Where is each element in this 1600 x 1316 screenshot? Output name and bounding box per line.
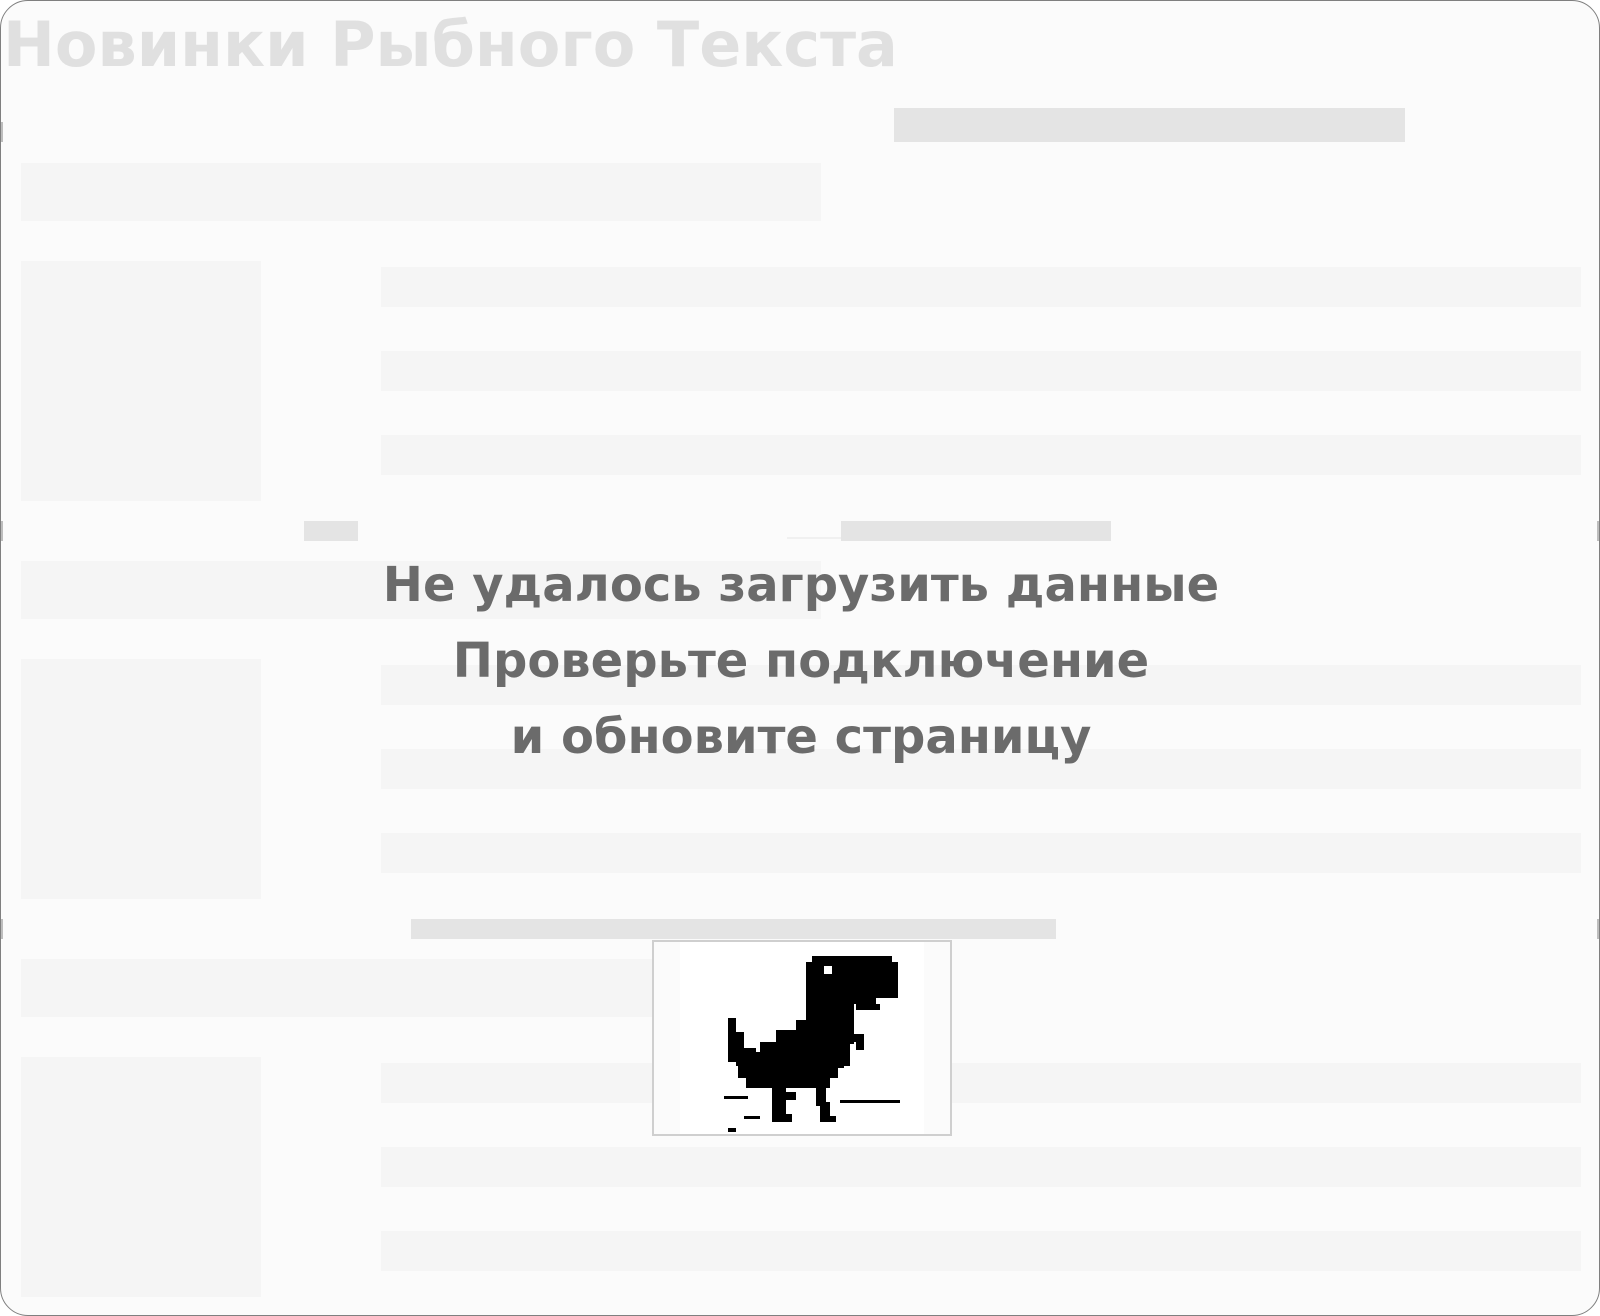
skeleton-header-bar bbox=[841, 521, 1111, 541]
skeleton-text-line bbox=[381, 1063, 1581, 1103]
offline-dino-card bbox=[652, 940, 952, 1136]
skeleton-text-line bbox=[381, 267, 1581, 307]
skeleton-thumbnail bbox=[21, 261, 261, 501]
skeleton-thumbnail bbox=[21, 659, 261, 899]
skeleton-tag-bar bbox=[304, 521, 358, 541]
error-hint-line: Проверьте подключение bbox=[452, 633, 1150, 689]
error-title: Не удалось загрузить данные bbox=[382, 557, 1220, 613]
divider-marker bbox=[1, 521, 3, 541]
skeleton-header-bar bbox=[411, 919, 1056, 939]
dino-canvas bbox=[680, 942, 924, 1134]
skeleton-header-bar bbox=[894, 108, 1405, 142]
divider-marker bbox=[1597, 521, 1599, 541]
divider-marker bbox=[1, 919, 3, 939]
error-message: Не удалось загрузить данные Проверьте по… bbox=[301, 547, 1301, 775]
page-title: Новинки Рыбного Текста bbox=[3, 8, 898, 81]
divider-marker bbox=[1, 122, 3, 142]
divider-marker bbox=[1597, 919, 1599, 939]
error-hint-line: и обновите страницу bbox=[510, 709, 1092, 765]
page-frame: Новинки Рыбного Текста Не удалось загруз… bbox=[0, 0, 1600, 1316]
skeleton-text-line bbox=[381, 435, 1581, 475]
skeleton-text-line bbox=[381, 1231, 1581, 1271]
skeleton-subtitle-bar bbox=[21, 163, 821, 221]
skeleton-text-line bbox=[381, 833, 1581, 873]
skeleton-text-line bbox=[381, 351, 1581, 391]
skeleton-thumbnail bbox=[21, 1057, 261, 1297]
offline-dino-icon bbox=[724, 956, 900, 1132]
skeleton-rule bbox=[787, 537, 843, 539]
skeleton-text-line bbox=[381, 1147, 1581, 1187]
